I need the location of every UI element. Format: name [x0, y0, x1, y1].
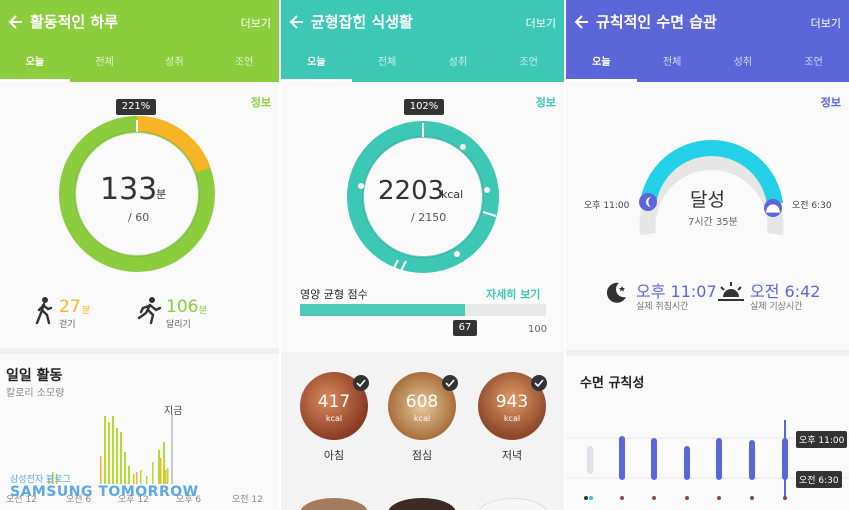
tab-bar: 오늘 전체 성취 조언 [566, 48, 849, 82]
activity-value: 133 [100, 172, 158, 207]
back-arrow-icon[interactable] [572, 12, 592, 32]
running-icon [137, 297, 162, 324]
tab-all[interactable]: 전체 [352, 48, 423, 82]
moon-icon [606, 282, 626, 303]
target-wake-time: 오전 6:30 [792, 201, 832, 211]
x-label-4: 오전 12 [232, 495, 263, 505]
back-arrow-icon[interactable] [6, 12, 26, 32]
food-panel: 균형잡힌 식생활 더보기 오늘 전체 성취 조언 정보 102% 2203 kc… [281, 0, 564, 510]
check-icon [353, 375, 369, 391]
calorie-value: 2203 [378, 176, 445, 206]
more-button[interactable]: 더보기 [526, 15, 556, 31]
tab-tips[interactable]: 조언 [493, 48, 564, 82]
check-icon [531, 375, 547, 391]
tab-today[interactable]: 오늘 [566, 48, 637, 82]
tab-today[interactable]: 오늘 [281, 48, 352, 82]
dinner-unit: kcal [503, 414, 521, 423]
sleep-status: 달성 [690, 189, 725, 211]
score-max: 100 [528, 324, 548, 335]
actual-bed-label: 실제 취침시간 [636, 302, 689, 312]
regularity-title: 수면 규칙성 [580, 376, 645, 391]
activity-goal: / 60 [128, 211, 150, 224]
tab-tips[interactable]: 조언 [778, 48, 849, 82]
sleep-arc [639, 139, 784, 235]
score-label: 영양 균형 점수 [300, 288, 368, 301]
wake-marker: 오전 6:30 [796, 471, 842, 488]
tab-bar: 오늘 전체 성취 조언 [281, 48, 564, 82]
tab-bar: 오늘 전체 성취 조언 [0, 48, 279, 82]
run-unit: 분 [199, 306, 208, 316]
page-title: 활동적인 하루 [30, 13, 119, 31]
more-button[interactable]: 더보기 [811, 15, 841, 31]
activity-unit: 분 [156, 188, 167, 201]
info-link[interactable]: 정보 [821, 94, 841, 110]
score-track [300, 304, 546, 316]
breakfast-unit: kcal [325, 414, 343, 423]
sleep-panel: 규칙적인 수면 습관 더보기 오늘 전체 성취 조언 정보 달성 7시간 35분… [566, 0, 849, 510]
tab-achievements[interactable]: 성취 [708, 48, 779, 82]
sunrise-icon [718, 282, 744, 301]
sleep-duration: 7시간 35분 [688, 217, 738, 228]
score-fill [300, 304, 465, 316]
activity-panel: 활동적인 하루 더보기 오늘 전체 성취 조언 정보 221% 133 분 / … [0, 0, 279, 510]
tab-today[interactable]: 오늘 [0, 48, 70, 82]
food-header: 균형잡힌 식생활 더보기 오늘 전체 성취 조언 [281, 0, 564, 82]
daily-activity-title: 일일 활동 [6, 368, 63, 384]
actual-wake-label: 실제 기상시간 [750, 302, 803, 312]
tab-achievements[interactable]: 성취 [140, 48, 210, 82]
walk-unit: 분 [82, 306, 91, 316]
score-badge: 67 [453, 320, 477, 336]
walk-value: 27 [59, 297, 81, 317]
page-title: 균형잡힌 식생활 [311, 13, 413, 31]
page-title: 규칙적인 수면 습관 [596, 13, 717, 31]
tab-achievements[interactable]: 성취 [423, 48, 494, 82]
percent-badge: 102% [404, 99, 444, 115]
lunch-kcal: 608 [405, 392, 439, 412]
details-link[interactable]: 자세히 보기 [486, 286, 540, 302]
percent-badge: 221% [116, 99, 156, 115]
daily-activity-subtitle: 칼로리 소모량 [6, 388, 65, 399]
dinner-label: 저녁 [501, 449, 523, 462]
lunch-unit: kcal [413, 414, 431, 423]
check-icon [442, 375, 458, 391]
run-label: 달리기 [166, 320, 191, 330]
run-value: 106 [166, 297, 199, 317]
back-arrow-icon[interactable] [287, 12, 307, 32]
regularity-chart [566, 420, 849, 500]
calorie-unit: kcal [441, 188, 464, 201]
tab-all[interactable]: 전체 [637, 48, 708, 82]
more-button[interactable]: 더보기 [241, 15, 271, 31]
walking-icon [35, 297, 53, 324]
lunch-label: 점심 [411, 449, 433, 462]
tab-all[interactable]: 전체 [70, 48, 140, 82]
calorie-goal: / 2150 [411, 211, 447, 224]
tab-tips[interactable]: 조언 [209, 48, 279, 82]
breakfast-kcal: 417 [317, 392, 351, 412]
target-bed-time: 오후 11:00 [584, 201, 630, 211]
dinner-kcal: 943 [495, 392, 529, 412]
bed-marker: 오후 11:00 [796, 431, 848, 448]
sleep-header: 규칙적인 수면 습관 더보기 오늘 전체 성취 조언 [566, 0, 849, 82]
watermark: SAMSUNG TOMORROW [10, 484, 199, 500]
walk-label: 걷기 [59, 320, 76, 330]
activity-header: 활동적인 하루 더보기 오늘 전체 성취 조언 [0, 0, 279, 82]
breakfast-label: 아침 [323, 449, 345, 462]
